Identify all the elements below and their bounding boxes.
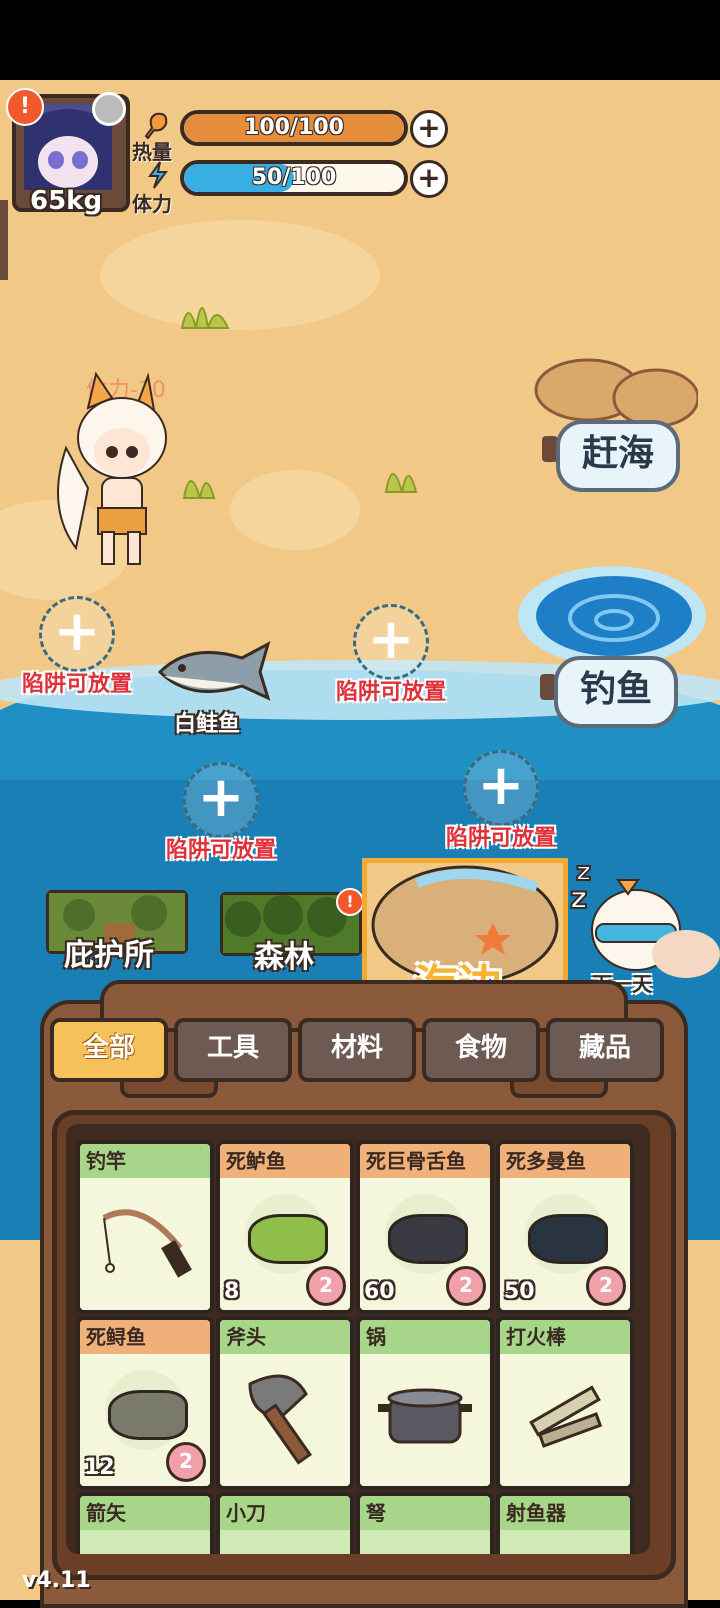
trap-slot-label: 陷阱可放置 [21, 672, 132, 697]
add-trap-icon: + [183, 762, 259, 838]
inventory-item[interactable]: 锅 [356, 1316, 494, 1490]
trap-slot-label: 陷阱可放置 [335, 680, 446, 705]
add-trap-icon: + [353, 604, 429, 680]
grass-tuft-icon [182, 480, 216, 499]
inventory-item[interactable]: 死鲈鱼 ×2 8 2 [216, 1140, 354, 1314]
tab-materials[interactable]: 材料 [298, 1018, 416, 1082]
fire-starter-icon [529, 1385, 603, 1448]
status-bar [0, 0, 720, 80]
rock-pile [534, 358, 698, 428]
whitefish-sprite[interactable] [150, 636, 274, 706]
fishing-rod-icon [102, 1209, 192, 1278]
forest-alert-icon: ! [336, 888, 364, 916]
stamina-label: 体力 [132, 192, 172, 216]
inventory-item[interactable]: 死多曼鱼 50 2 [496, 1140, 634, 1314]
shelter-label: 庇护所 [64, 938, 154, 973]
item-name: 射鱼器 [500, 1496, 630, 1530]
item-quantity: 12 [84, 1455, 115, 1480]
sand-patch [100, 220, 380, 330]
grass-tuft-icon [180, 307, 230, 329]
axe-icon [248, 1374, 313, 1465]
trap-slot-label: 陷阱可放置 [165, 838, 276, 863]
player-character[interactable] [36, 368, 186, 568]
item-quantity: 60 [364, 1279, 395, 1304]
inventory-item[interactable]: 弩 [356, 1492, 494, 1554]
inventory-item[interactable]: 死鲟鱼 12 2 [76, 1316, 214, 1490]
add-stamina-button[interactable]: + [410, 160, 448, 198]
item-calorie-badge: 2 [586, 1266, 626, 1306]
stamina-bar: 50/100 [180, 160, 408, 196]
trap-slot[interactable]: + 陷阱可放置 [2, 596, 152, 698]
dead-arapaima-icon [388, 1214, 468, 1264]
item-name: 死鲈鱼 [220, 1144, 350, 1178]
alert-icon[interactable]: ! [6, 88, 44, 126]
item-name: 死多曼鱼 [500, 1144, 630, 1178]
trap-slot[interactable]: + 陷阱可放置 [316, 604, 466, 706]
dead-sturgeon-icon [108, 1390, 188, 1440]
settings-gear-icon[interactable] [92, 92, 126, 126]
stamina-value: 50/100 [251, 165, 337, 190]
inventory-grid: 钓竿 死鲈鱼 ×2 8 2 死巨骨舌鱼 60 2 死多曼鱼 50 2 死鲟鱼 [66, 1124, 650, 1554]
calories-value: 100/100 [244, 115, 344, 140]
item-name: 打火棒 [500, 1320, 630, 1354]
item-name: 箭矢 [80, 1496, 210, 1530]
side-handle [0, 200, 8, 280]
dead-dorado-icon [528, 1214, 608, 1264]
stamina-lightning-icon [148, 161, 168, 189]
weight-readout: 65kg [30, 186, 103, 216]
item-name: 斧头 [220, 1320, 350, 1354]
inventory-item[interactable]: 钓竿 [76, 1140, 214, 1314]
item-name: 锅 [360, 1320, 490, 1354]
add-trap-icon: + [39, 596, 115, 672]
add-trap-icon: + [463, 750, 539, 826]
inventory-item[interactable]: 小刀 [216, 1492, 354, 1554]
item-calorie-badge: 2 [306, 1266, 346, 1306]
grass-tuft-icon [384, 473, 418, 493]
inventory-item[interactable]: 打火棒 [496, 1316, 634, 1490]
tab-all[interactable]: 全部 [50, 1018, 168, 1082]
inventory-item[interactable]: 死巨骨舌鱼 60 2 [356, 1140, 494, 1314]
inventory-item[interactable]: 斧头 [216, 1316, 354, 1490]
tab-collectibles[interactable]: 藏品 [546, 1018, 664, 1082]
forest-label: 森林 [254, 940, 314, 975]
item-quantity: 50 [504, 1279, 535, 1304]
item-calorie-badge: 2 [166, 1442, 206, 1482]
fishing-pond-icon [518, 566, 706, 666]
item-name: 弩 [360, 1496, 490, 1530]
item-name: 死鲟鱼 [80, 1320, 210, 1354]
item-calorie-badge: 2 [446, 1266, 486, 1306]
trap-slot[interactable]: + 陷阱可放置 [426, 750, 576, 852]
add-calories-button[interactable]: + [410, 110, 448, 148]
dead-bass-icon [248, 1214, 328, 1264]
trap-slot-label: 陷阱可放置 [445, 826, 556, 851]
trap-slot[interactable]: + 陷阱可放置 [146, 762, 296, 864]
tab-food[interactable]: 食物 [422, 1018, 540, 1082]
item-name: 小刀 [220, 1496, 350, 1530]
item-name: 死巨骨舌鱼 [360, 1144, 490, 1178]
calories-bar: 100/100 [180, 110, 408, 146]
sand-patch [230, 470, 360, 550]
beachcomb-button[interactable]: 赶海 [556, 420, 680, 492]
whitefish-label: 白鲑鱼 [174, 712, 241, 737]
next-day-sleeping-character[interactable]: z z [566, 850, 720, 980]
inventory-item[interactable]: 箭矢 [76, 1492, 214, 1554]
item-quantity: 8 [224, 1279, 240, 1304]
version-label: v4.11 [22, 1568, 91, 1593]
inventory-item[interactable]: 射鱼器 [496, 1492, 634, 1554]
svg-text:z: z [570, 881, 587, 916]
pot-icon [378, 1388, 472, 1444]
tab-tools[interactable]: 工具 [174, 1018, 292, 1082]
item-name: 钓竿 [80, 1144, 210, 1178]
fishing-button[interactable]: 钓鱼 [554, 656, 678, 728]
